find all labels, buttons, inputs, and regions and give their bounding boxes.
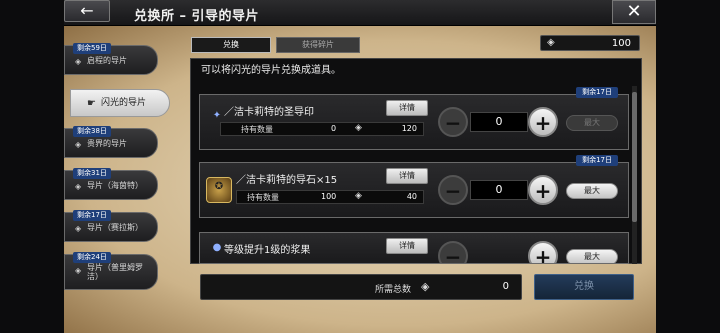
- shard-icon: ◈: [75, 140, 82, 149]
- currency-display: ◈ 100: [540, 35, 640, 51]
- max-button[interactable]: 最大: [566, 249, 618, 263]
- list-scrollbar[interactable]: [632, 86, 637, 264]
- sidebar-item-heinte[interactable]: 剩余31日 ◈ 导片（海茵特）: [64, 168, 158, 200]
- increase-button[interactable]: +: [528, 107, 558, 137]
- max-button[interactable]: 最大: [566, 183, 618, 199]
- days-left-badge: 剩余31日: [73, 168, 111, 179]
- currency-amount: 100: [611, 38, 631, 49]
- back-button[interactable]: ←: [64, 0, 110, 22]
- shard-icon: ◈: [75, 182, 82, 191]
- left-letterbox: [0, 0, 64, 333]
- owned-label: 持有数量: [247, 193, 279, 202]
- item-name: ／洁卡莉特的导石×15: [236, 175, 338, 186]
- stone-icon: ✪: [206, 177, 232, 203]
- right-letterbox: [656, 0, 720, 333]
- decrease-button[interactable]: −: [438, 241, 468, 263]
- days-left-badge: 剩余59日: [73, 43, 111, 54]
- owned-cost-row: 持有数量 0 ◈ 120: [220, 122, 424, 136]
- owned-label: 持有数量: [241, 125, 273, 134]
- sidebar-item-shining[interactable]: ☛ 闪光的导片: [70, 89, 170, 117]
- owned-value: 0: [331, 124, 337, 133]
- sidebar-item-primrose[interactable]: 剩余24日 ◈ 导片（普里姆罗洁）: [64, 252, 158, 290]
- shard-icon: ◈: [75, 266, 82, 275]
- sidebar-item-label: 贵界的导片: [87, 139, 127, 148]
- detail-button[interactable]: 详情: [386, 168, 428, 184]
- cost-shard-icon: ◈: [355, 191, 362, 201]
- notice-text: 可以将闪光的导片兑换成道具。: [201, 65, 341, 76]
- sidebar-item-start[interactable]: 剩余59日 ◈ 启程的导片: [64, 43, 158, 75]
- sidebar-item-label: 导片（赛拉斯）: [87, 223, 143, 232]
- shard-icon: ◈: [75, 57, 82, 66]
- page-title: 兑换所 – 引导的导片: [134, 9, 260, 24]
- item-name: 等级提升1级的浆果: [224, 245, 311, 256]
- shard-currency-icon: ◈: [547, 37, 555, 48]
- owned-value: 100: [321, 192, 337, 201]
- decrease-button[interactable]: −: [438, 107, 468, 137]
- days-left-badge: 剩余17日: [576, 87, 618, 98]
- detail-button[interactable]: 详情: [386, 100, 428, 116]
- days-left-badge: 剩余17日: [576, 155, 618, 166]
- decrease-button[interactable]: −: [438, 175, 468, 205]
- total-label: 所需总数: [375, 285, 412, 295]
- close-button[interactable]: ✕: [612, 0, 656, 24]
- total-required-bar: 所需总数 ◈ 0: [200, 274, 522, 300]
- days-left-badge: 剩余24日: [73, 252, 111, 263]
- max-button[interactable]: 最大: [566, 115, 618, 131]
- sidebar-item-noble[interactable]: 剩余38日 ◈ 贵界的导片: [64, 126, 158, 158]
- days-left-badge: 剩余38日: [73, 126, 111, 137]
- tab-shards[interactable]: 获得碎片: [276, 37, 360, 53]
- sidebar-item-label: 导片（海茵特）: [87, 181, 143, 190]
- back-arrow-icon: ←: [80, 1, 94, 20]
- tab-exchange[interactable]: 兑换: [191, 37, 271, 53]
- close-icon: ✕: [626, 1, 642, 22]
- total-value: 0: [502, 281, 509, 292]
- days-left-badge: 剩余17日: [73, 210, 111, 221]
- sidebar-item-label: 闪光的导片: [101, 98, 147, 108]
- pointer-hand-icon: ☛: [87, 98, 96, 109]
- sidebar-item-silas[interactable]: 剩余17日 ◈ 导片（赛拉斯）: [64, 210, 158, 242]
- detail-button[interactable]: 详情: [386, 238, 428, 254]
- quantity-display: 0: [470, 112, 528, 132]
- quantity-display: 0: [470, 180, 528, 200]
- sidebar-item-label: 导片（普里姆罗洁）: [87, 263, 143, 281]
- increase-button[interactable]: +: [528, 175, 558, 205]
- cost-value: 120: [401, 124, 417, 133]
- item-name: ／洁卡莉特的圣导印: [224, 107, 314, 118]
- shard-icon: ◈: [75, 224, 82, 233]
- owned-cost-row: 持有数量 100 ◈ 40: [236, 190, 424, 204]
- total-shard-icon: ◈: [421, 280, 430, 293]
- scrollbar-thumb[interactable]: [632, 92, 637, 222]
- increase-button[interactable]: +: [528, 241, 558, 263]
- exchange-item-card: 剩余17日 ✦ ／洁卡莉特的圣导印 详情 持有数量 0 ◈ 120 − 0 + …: [199, 87, 629, 150]
- exchange-button[interactable]: 兑换: [534, 274, 634, 300]
- sidebar-item-label: 启程的导片: [87, 56, 127, 65]
- cost-shard-icon: ◈: [355, 123, 362, 133]
- exchange-item-card: 剩余17日 ✪ ／洁卡莉特的导石×15 详情 持有数量 100 ◈ 40 − 0…: [199, 155, 629, 218]
- cost-value: 40: [406, 192, 417, 201]
- exchange-item-card: ● 等级提升1级的浆果 详情 − + 最大: [199, 232, 629, 264]
